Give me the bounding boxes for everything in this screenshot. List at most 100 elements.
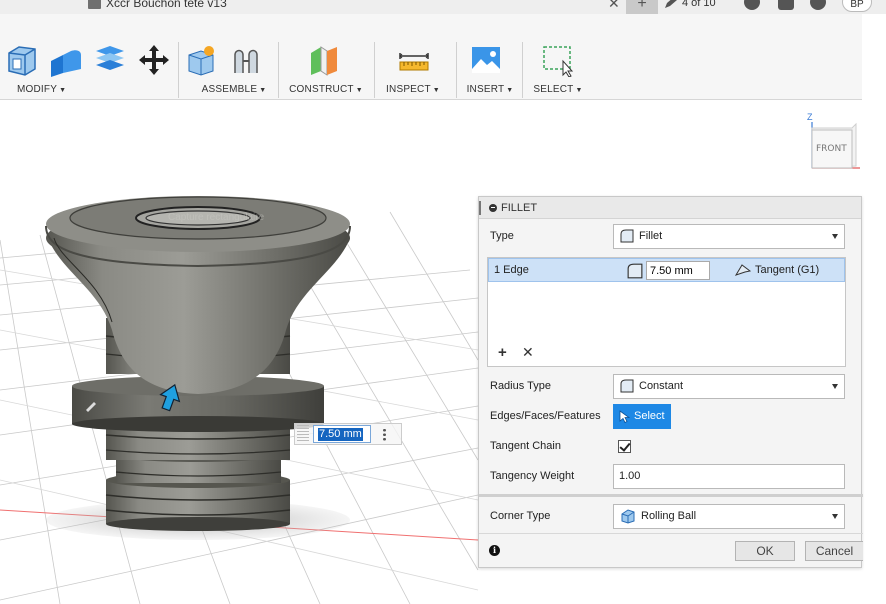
inspect-menu[interactable]: INSPECT ▼ <box>380 84 446 95</box>
select-group: SELECT ▼ <box>528 40 588 98</box>
construct-label: CONSTRUCT <box>289 84 354 95</box>
corner-type-row: Corner Type Rolling Ball <box>479 501 863 531</box>
view-cube-face-label: FRONT <box>816 144 847 154</box>
edges-faces-row: Edges/Faces/Features Select <box>479 401 863 431</box>
toolbar-separator <box>456 42 457 98</box>
tangent-continuity-icon <box>735 264 751 276</box>
edge-radius-input[interactable] <box>646 261 710 280</box>
document-title: Xccr Bouchon tete v13 <box>106 0 227 10</box>
chevron-down-icon <box>832 383 838 389</box>
insert-menu[interactable]: INSERT ▼ <box>462 84 518 95</box>
image-icon <box>472 47 500 73</box>
job-status[interactable]: 4 of 10 <box>664 0 716 9</box>
radius-icon <box>627 263 643 278</box>
press-pull-icon <box>8 46 36 76</box>
constant-radius-icon <box>620 379 634 393</box>
panel-drag-handle-icon[interactable] <box>479 201 481 215</box>
section-divider <box>479 494 863 497</box>
close-tab-icon[interactable]: ✕ <box>608 0 620 12</box>
chevron-down-icon <box>832 233 838 239</box>
continuity-value: Tangent (G1) <box>755 264 820 276</box>
tangency-weight-row: Tangency Weight <box>479 461 863 491</box>
insert-label: INSERT <box>466 84 505 95</box>
info-icon[interactable]: i <box>489 545 500 556</box>
offset-plane-button[interactable] <box>306 42 342 78</box>
continuity-dropdown[interactable]: Tangent (G1) <box>735 263 819 277</box>
user-avatar[interactable]: BP <box>842 0 872 12</box>
toolbar-separator <box>278 42 279 98</box>
remove-selection-icon[interactable]: ✕ <box>522 344 534 361</box>
press-pull-button[interactable] <box>4 42 40 78</box>
cursor-arrow-icon <box>619 409 630 423</box>
document-tab[interactable]: Xccr Bouchon tete v13 <box>88 0 227 10</box>
help-icon[interactable] <box>810 0 826 10</box>
watermark-text: Capture rectangulaire <box>168 212 265 223</box>
dimension-selected-text: 7.50 mm <box>318 428 363 441</box>
tangent-chain-checkbox[interactable] <box>618 439 631 453</box>
edge-selection-row[interactable]: 1 Edge Tangent (G1) <box>488 258 845 282</box>
assemble-menu[interactable]: ASSEMBLE ▼ <box>190 84 278 95</box>
more-options-icon[interactable] <box>383 427 386 441</box>
shell-icon <box>96 46 124 70</box>
assemble-label: ASSEMBLE <box>201 84 258 95</box>
fillet-tool-icon <box>51 50 81 77</box>
modify-group: MODIFY ▼ <box>4 40 172 98</box>
rolling-ball-icon <box>621 509 635 524</box>
select-tool-button[interactable] <box>540 42 576 78</box>
cancel-button[interactable]: Cancel <box>805 541 863 561</box>
tangency-weight-input[interactable] <box>613 463 845 489</box>
edges-faces-label: Edges/Faces/Features <box>490 410 601 422</box>
corner-type-dropdown[interactable]: Rolling Ball <box>613 503 845 529</box>
type-row: Type Fillet <box>479 221 863 251</box>
toolbar-separator <box>374 42 375 98</box>
new-component-button[interactable] <box>184 42 220 78</box>
view-cube[interactable]: Z FRONT <box>806 112 862 178</box>
title-bar: Xccr Bouchon tete v13 ✕ + 4 of 10 BP <box>0 0 886 14</box>
corner-type-label: Corner Type <box>490 510 551 522</box>
construct-group: CONSTRUCT ▼ <box>284 40 368 98</box>
document-cube-icon <box>88 0 101 9</box>
type-value: Fillet <box>639 230 663 242</box>
ok-button[interactable]: OK <box>735 541 795 561</box>
new-component-icon <box>188 46 214 76</box>
fillet-dialog-title: FILLET <box>501 201 538 214</box>
radius-type-label: Radius Type <box>490 380 551 392</box>
collapse-icon[interactable] <box>489 203 497 212</box>
fillet-tool-button[interactable] <box>48 42 84 78</box>
fillet-dialog-header[interactable]: FILLET <box>479 197 861 219</box>
drag-grip-icon[interactable] <box>297 425 309 443</box>
shell-button[interactable] <box>92 42 128 78</box>
radius-type-value: Constant <box>639 380 684 392</box>
select-button-label: Select <box>634 410 665 422</box>
tangent-chain-label: Tangent Chain <box>490 440 561 452</box>
part-body <box>45 196 351 531</box>
corner-type-value: Rolling Ball <box>641 510 697 522</box>
select-edges-button[interactable]: Select <box>613 403 671 429</box>
tangent-chain-row: Tangent Chain <box>479 431 863 461</box>
measure-button[interactable] <box>396 42 432 78</box>
type-label: Type <box>490 230 514 242</box>
modify-label: MODIFY <box>17 84 58 95</box>
radius-type-dropdown[interactable]: Constant <box>613 373 845 399</box>
modify-menu[interactable]: MODIFY ▼ <box>0 84 208 95</box>
assemble-group: ASSEMBLE ▼ <box>184 40 272 98</box>
clock-icon[interactable] <box>744 0 760 10</box>
construct-menu[interactable]: CONSTRUCT ▼ <box>284 84 368 95</box>
joint-button[interactable] <box>228 42 264 78</box>
move-copy-button[interactable] <box>136 42 172 78</box>
type-dropdown[interactable]: Fillet <box>613 223 845 249</box>
insert-canvas-button[interactable] <box>468 42 504 78</box>
bell-icon[interactable] <box>778 0 794 10</box>
select-label: SELECT <box>533 84 574 95</box>
new-tab-button[interactable]: + <box>626 0 658 14</box>
offset-plane-icon <box>311 46 337 76</box>
job-count: 4 of 10 <box>682 0 716 9</box>
view-cube-axis-label: Z <box>807 112 813 122</box>
toolbar-separator <box>178 42 179 98</box>
joint-icon <box>234 49 258 73</box>
radius-type-row: Radius Type Constant <box>479 371 863 401</box>
toolbar-separator <box>522 42 523 98</box>
move-icon <box>139 45 169 75</box>
add-selection-icon[interactable]: + <box>498 344 507 361</box>
select-menu[interactable]: SELECT ▼ <box>528 84 588 95</box>
